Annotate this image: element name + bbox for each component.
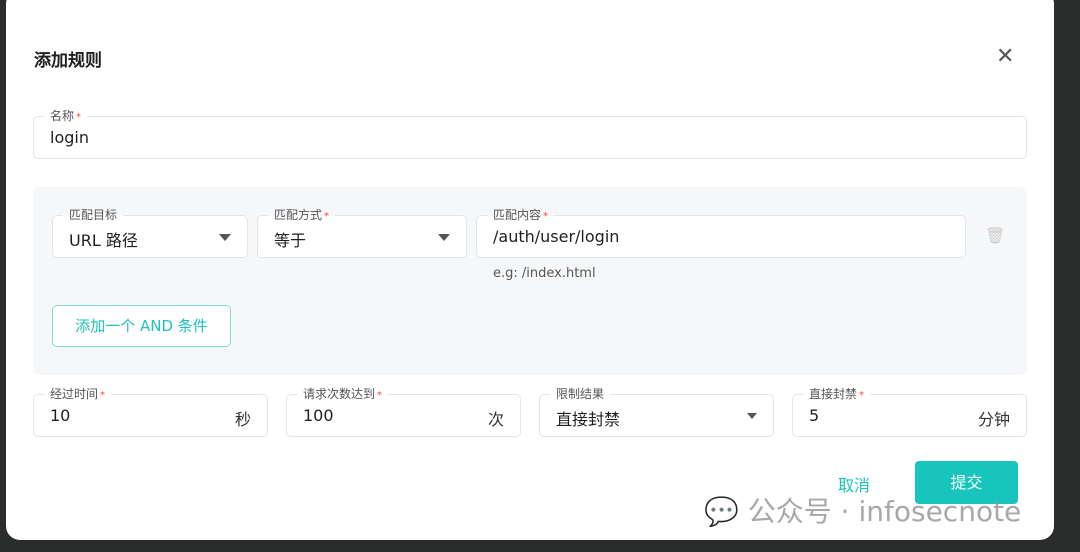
- count-label: 请求次数达到: [303, 387, 376, 401]
- trash-icon[interactable]: 🗑: [985, 226, 1005, 245]
- chevron-down-icon: [219, 234, 231, 241]
- match-content-input[interactable]: /auth/user/login: [493, 227, 619, 246]
- match-method-label: 匹配方式: [274, 208, 323, 222]
- match-target-select[interactable]: 匹配目标 URL 路径: [52, 208, 248, 258]
- result-value: 直接封禁: [556, 410, 621, 429]
- match-content-field[interactable]: 匹配内容 * /auth/user/login: [476, 208, 966, 258]
- match-method-select[interactable]: 匹配方式 * 等于: [257, 208, 467, 258]
- result-select[interactable]: 限制结果 直接封禁: [539, 387, 774, 437]
- name-label: 名称: [50, 109, 75, 123]
- add-and-condition-button[interactable]: 添加一个 AND 条件: [52, 305, 231, 347]
- match-content-label: 匹配内容: [493, 208, 542, 222]
- ban-duration-field[interactable]: 直接封禁 * 5 分钟: [792, 387, 1027, 437]
- ban-suffix: 分钟: [977, 410, 1010, 429]
- match-target-label: 匹配目标: [63, 208, 124, 222]
- name-field[interactable]: 名称 * login: [33, 109, 1027, 159]
- watermark: 💬 公众号 · infosecnote: [704, 490, 1021, 530]
- close-icon[interactable]: ✕: [996, 44, 1014, 69]
- ban-input[interactable]: 5: [809, 406, 819, 425]
- add-rule-dialog: 添加规则 ✕ 名称 * login 匹配目标 URL 路径 匹配方式 * 等于 匹配…: [6, 0, 1054, 540]
- time-input[interactable]: 10: [50, 406, 70, 425]
- dialog-title: 添加规则: [34, 51, 102, 71]
- chevron-down-icon: [747, 413, 757, 419]
- ban-label: 直接封禁: [809, 387, 858, 401]
- time-field[interactable]: 经过时间 * 10 秒: [33, 387, 268, 437]
- match-content-hint: e.g: /index.html: [493, 266, 596, 281]
- time-suffix: 秒: [234, 410, 251, 429]
- match-method-value: 等于: [274, 231, 307, 250]
- condition-panel: 匹配目标 URL 路径 匹配方式 * 等于 匹配内容 * /auth/user/lo…: [33, 187, 1027, 375]
- wechat-icon: 💬: [704, 495, 739, 528]
- name-input[interactable]: login: [50, 128, 89, 147]
- result-label: 限制结果: [550, 387, 611, 401]
- count-field[interactable]: 请求次数达到 * 100 次: [286, 387, 521, 437]
- count-suffix: 次: [487, 410, 504, 429]
- chevron-down-icon: [438, 234, 450, 241]
- count-input[interactable]: 100: [303, 406, 334, 425]
- match-target-value: URL 路径: [69, 231, 138, 250]
- watermark-text: 公众号 · infosecnote: [747, 495, 1022, 528]
- time-label: 经过时间: [50, 387, 99, 401]
